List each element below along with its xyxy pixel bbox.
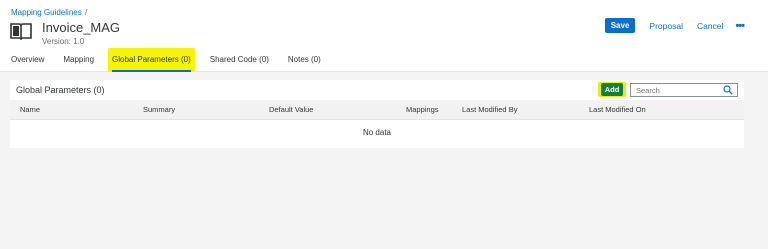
page-title: Invoice_MAG [42,20,121,35]
header-actions: Save Proposal Cancel ••• [604,18,745,33]
column-header-name[interactable]: Name [20,105,40,114]
add-button[interactable]: Add [600,83,624,96]
column-header-mappings[interactable]: Mappings [406,105,439,114]
more-options-icon[interactable]: ••• [735,20,745,32]
tab-global-parameters[interactable]: Global Parameters (0) [108,48,195,72]
table-toolbar: Global Parameters (0) Add [10,80,744,100]
empty-state-text: No data [362,128,392,137]
column-header-last-modified-on[interactable]: Last Modified On [589,105,646,114]
table-title: Global Parameters (0) [16,85,105,95]
object-header: Mapping Guidelines / Invoice_MAG Version… [0,0,768,72]
breadcrumb-separator: / [84,8,88,17]
global-parameters-table: Global Parameters (0) Add Name Summary D… [10,80,744,148]
search-input[interactable] [631,85,723,95]
search-icon[interactable] [723,85,733,95]
proposal-button[interactable]: Proposal [649,21,683,31]
save-button[interactable]: Save [604,18,636,33]
breadcrumb-link-mapping-guidelines[interactable]: Mapping Guidelines [11,8,82,17]
book-icon [10,23,32,40]
table-header-row: Name Summary Default Value Mappings Last… [10,100,744,120]
tab-mapping[interactable]: Mapping [63,48,94,72]
search-field [630,83,738,97]
tab-notes[interactable]: Notes (0) [288,48,321,72]
tab-shared-code[interactable]: Shared Code (0) [210,48,269,72]
cancel-button[interactable]: Cancel [697,21,723,31]
column-header-default-value[interactable]: Default Value [269,105,313,114]
version-label: Version: 1.0 [42,37,85,46]
tab-bar: Overview Mapping Global Parameters (0) S… [0,48,329,72]
breadcrumb: Mapping Guidelines / [11,8,87,17]
column-header-last-modified-by[interactable]: Last Modified By [462,105,517,114]
add-button-highlight: Add [598,82,626,97]
column-header-summary[interactable]: Summary [143,105,175,114]
tab-overview[interactable]: Overview [11,48,44,72]
